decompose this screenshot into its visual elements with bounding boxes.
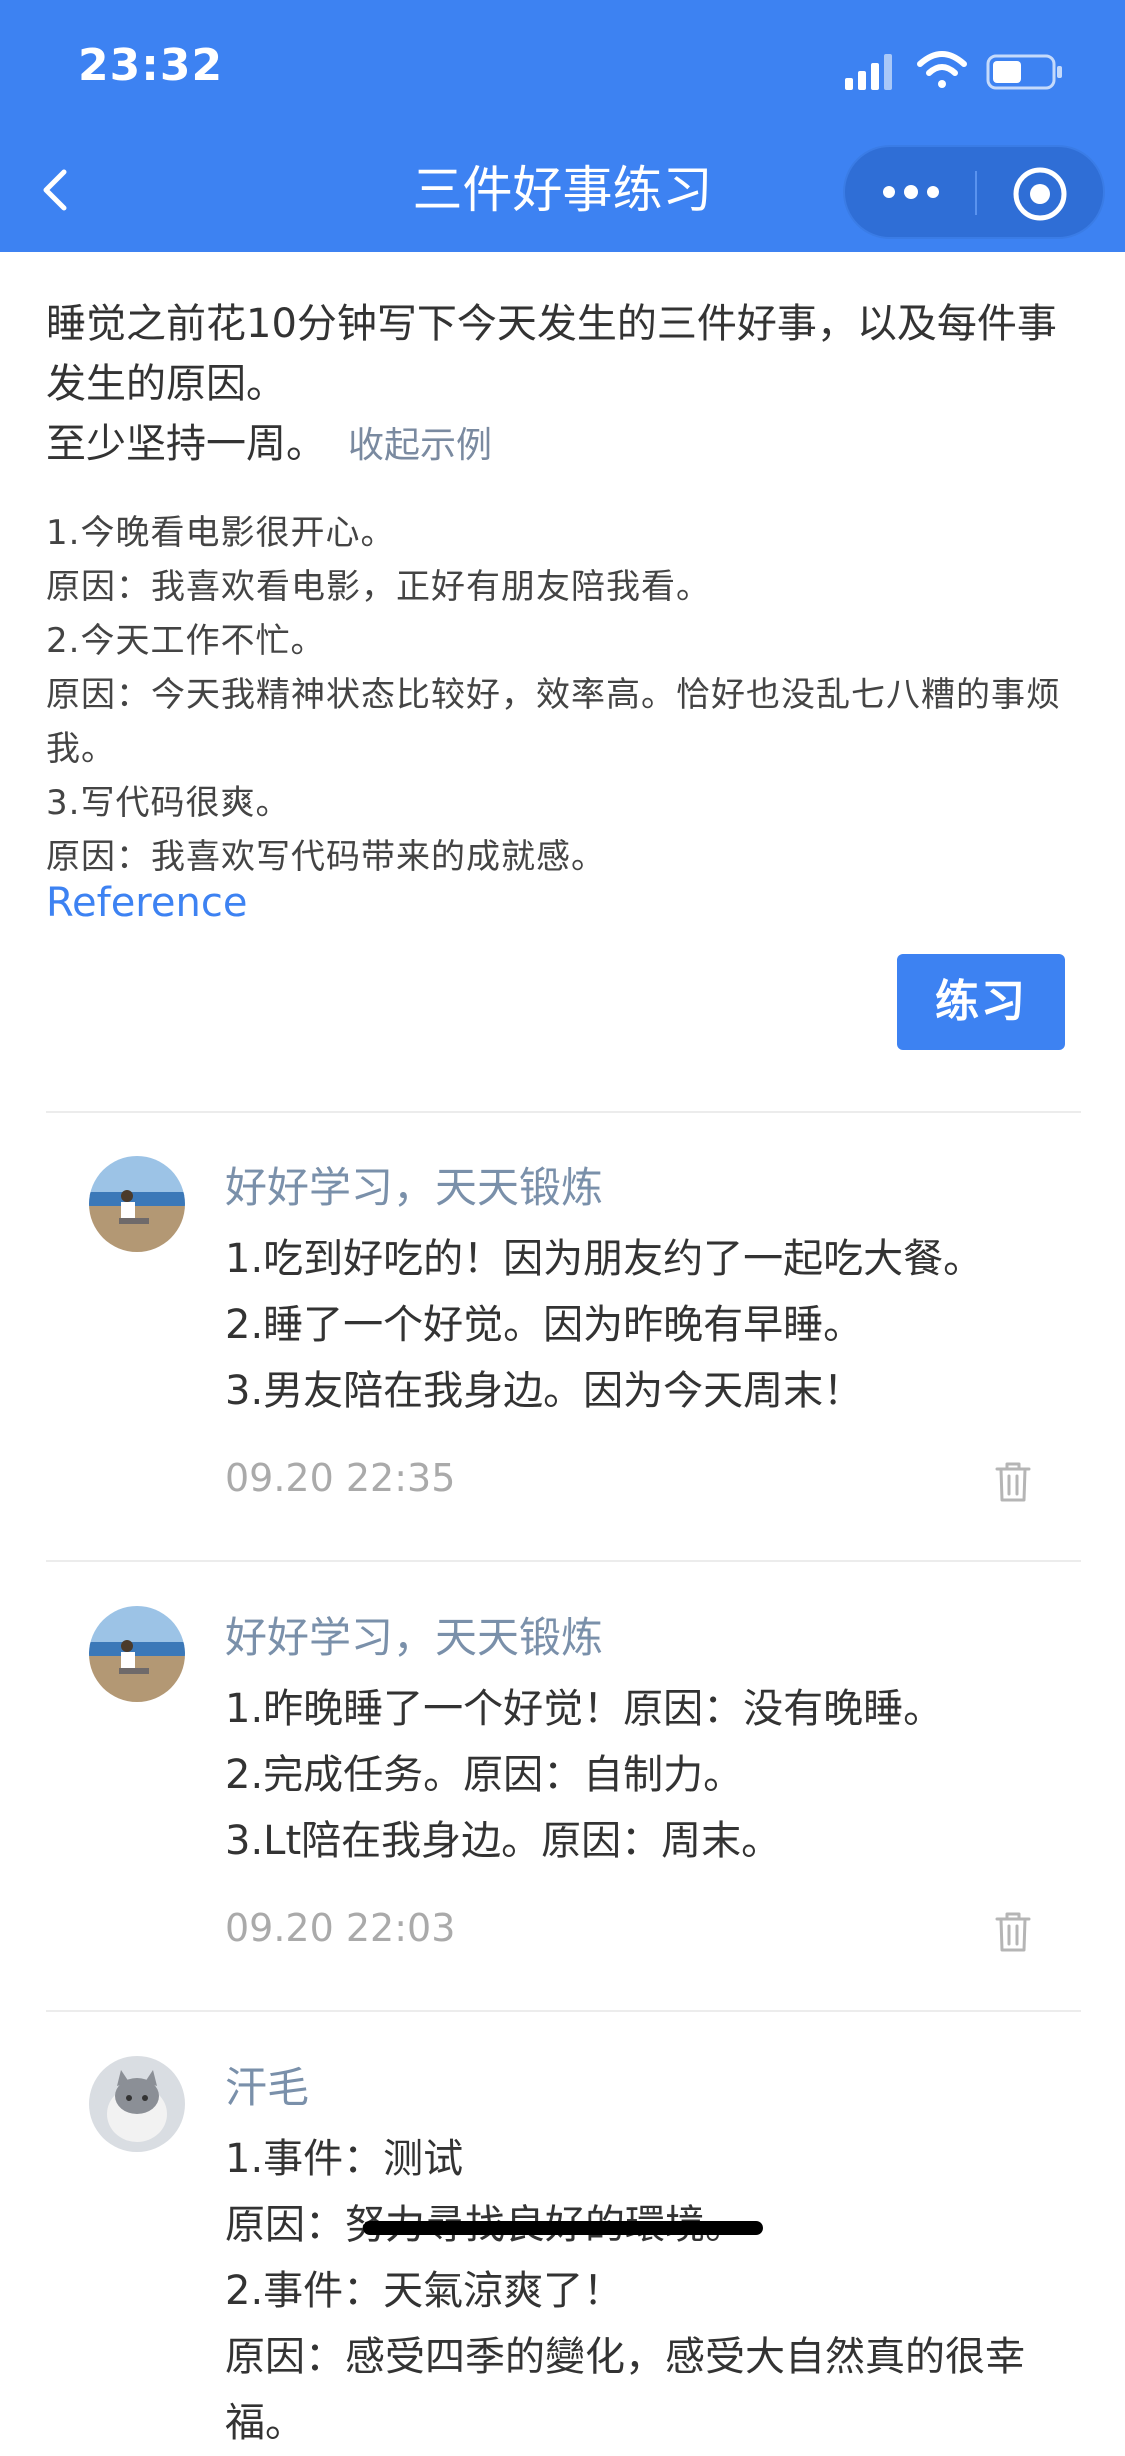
post-body: 1.吃到好吃的！因为朋友约了一起吃大餐。 2.睡了一个好觉。因为昨晚有早睡。 3… bbox=[225, 1226, 1055, 1424]
post-line: 原因：感受四季的變化，感受大自然真的很幸福。 bbox=[225, 2334, 1025, 2446]
post-line: 1.事件：测试 bbox=[225, 2136, 464, 2182]
collapse-examples-link[interactable]: 收起示例 bbox=[348, 425, 492, 466]
post-author[interactable]: 好好学习，天天锻炼 bbox=[225, 1610, 603, 1666]
signal-icon bbox=[845, 54, 892, 90]
post-author[interactable]: 好好学习，天天锻炼 bbox=[225, 1160, 603, 1216]
divider bbox=[46, 1111, 1081, 1113]
more-dots-icon[interactable] bbox=[881, 174, 941, 210]
top-bar: 23:32 三件好事练习 bbox=[0, 0, 1125, 252]
divider bbox=[46, 1560, 1081, 1562]
examples-list: 1.今晚看电影很开心。 原因：我喜欢看电影，正好有朋友陪我看。 2.今天工作不忙… bbox=[46, 506, 1086, 884]
divider bbox=[46, 2010, 1081, 2012]
example-line: 1.今晚看电影很开心。 bbox=[46, 513, 396, 553]
capsule-menu bbox=[843, 145, 1105, 239]
post-line: 1.昨晚睡了一个好觉！原因：没有晚睡。 bbox=[225, 1686, 944, 1732]
post-line: 3.Lt陪在我身边。原因：周末。 bbox=[225, 1818, 782, 1864]
practice-button[interactable]: 练习 bbox=[897, 954, 1065, 1050]
status-icons bbox=[845, 51, 1062, 90]
example-line: 2.今天工作不忙。 bbox=[46, 621, 326, 661]
post-timestamp: 09.20 22:03 bbox=[225, 1906, 456, 1950]
post-line: 3.男友陪在我身边。因为今天周末！ bbox=[225, 1368, 864, 1414]
avatar[interactable] bbox=[89, 1606, 185, 1702]
wifi-icon bbox=[917, 51, 967, 88]
intro-line-2: 至少坚持一周。 收起示例 bbox=[46, 414, 1076, 476]
post-line: 2.完成任务。原因：自制力。 bbox=[225, 1752, 744, 1798]
example-line: 原因：今天我精神状态比较好，效率高。恰好也没乱七八糟的事烦我。 bbox=[46, 675, 1061, 769]
status-time: 23:32 bbox=[78, 40, 224, 91]
example-line: 3.写代码很爽。 bbox=[46, 783, 291, 823]
example-line: 原因：我喜欢看电影，正好有朋友陪我看。 bbox=[46, 567, 711, 607]
post-author[interactable]: 汗毛 bbox=[225, 2060, 309, 2116]
avatar[interactable] bbox=[89, 2056, 185, 2152]
post-line: 2.事件：天氣涼爽了！ bbox=[225, 2268, 624, 2314]
post-line: 2.睡了一个好觉。因为昨晚有早睡。 bbox=[225, 1302, 864, 1348]
post-line: 1.吃到好吃的！因为朋友约了一起吃大餐。 bbox=[225, 1236, 984, 1282]
trash-icon[interactable] bbox=[993, 1460, 1033, 1504]
post-card: 好好学习，天天锻炼 1.吃到好吃的！因为朋友约了一起吃大餐。 2.睡了一个好觉。… bbox=[0, 1156, 1125, 1536]
reference-link[interactable]: Reference bbox=[46, 880, 247, 926]
avatar[interactable] bbox=[89, 1156, 185, 1252]
post-body: 1.事件：测试 原因：努力尋找良好的環境。 2.事件：天氣涼爽了！ 原因：感受四… bbox=[225, 2126, 1055, 2456]
battery-icon bbox=[986, 54, 1062, 90]
intro-text: 睡觉之前花10分钟写下今天发生的三件好事，以及每件事发生的原因。 至少坚持一周。… bbox=[46, 294, 1076, 476]
post-body: 1.昨晚睡了一个好觉！原因：没有晚睡。 2.完成任务。原因：自制力。 3.Lt陪… bbox=[225, 1676, 1055, 1874]
post-card: 汗毛 1.事件：测试 原因：努力尋找良好的環境。 2.事件：天氣涼爽了！ 原因：… bbox=[0, 2056, 1125, 2446]
intro-line-2-text: 至少坚持一周。 bbox=[46, 421, 326, 467]
home-indicator bbox=[363, 2221, 763, 2235]
post-card: 好好学习，天天锻炼 1.昨晚睡了一个好觉！原因：没有晚睡。 2.完成任务。原因：… bbox=[0, 1606, 1125, 1986]
capsule-divider bbox=[975, 171, 977, 215]
target-circle-icon[interactable] bbox=[1010, 164, 1070, 224]
trash-icon[interactable] bbox=[993, 1910, 1033, 1954]
example-line: 原因：我喜欢写代码带来的成就感。 bbox=[46, 837, 606, 877]
intro-line-1: 睡觉之前花10分钟写下今天发生的三件好事，以及每件事发生的原因。 bbox=[46, 301, 1057, 407]
post-timestamp: 09.20 22:35 bbox=[225, 1456, 456, 1500]
